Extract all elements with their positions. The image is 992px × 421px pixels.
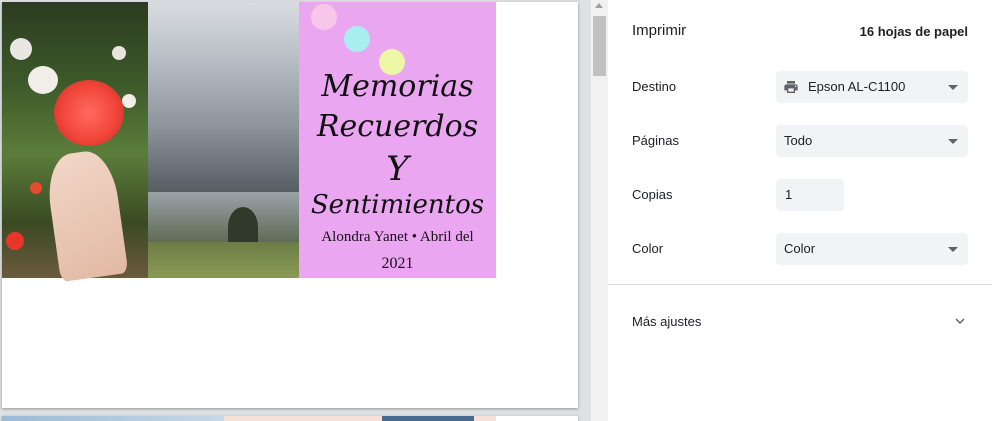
- more-settings-toggle[interactable]: Más ajustes: [632, 314, 701, 329]
- cover-line-2: Recuerdos: [316, 109, 479, 144]
- sky-photo: [148, 2, 299, 278]
- color-select[interactable]: Color: [776, 233, 968, 265]
- preview-page-2: [2, 416, 578, 421]
- print-settings-panel: Imprimir 16 hojas de papel Destino Epson…: [608, 0, 992, 421]
- destination-value: Epson AL-C1100: [808, 79, 906, 94]
- destination-label: Destino: [632, 79, 677, 94]
- color-value: Color: [784, 241, 816, 256]
- rose-photo: [2, 2, 148, 283]
- cover-line-3: Y: [386, 149, 409, 189]
- chevron-down-icon: [948, 139, 958, 144]
- printer-icon: [784, 81, 798, 93]
- chevron-down-icon: [948, 247, 958, 252]
- print-title: Imprimir: [632, 22, 687, 39]
- book-cover: Memorias Recuerdos Y Sentimientos Alondr…: [299, 2, 496, 278]
- preview-page-1: Memorias Recuerdos Y Sentimientos Alondr…: [2, 2, 578, 408]
- scrollbar-thumb[interactable]: [593, 16, 606, 76]
- sheet-count: 16 hojas de papel: [859, 24, 968, 39]
- pages-label: Páginas: [632, 133, 679, 148]
- divider: [608, 284, 992, 285]
- copies-value: 1: [785, 187, 793, 202]
- destination-select[interactable]: Epson AL-C1100: [776, 71, 968, 103]
- chevron-down-icon[interactable]: [952, 313, 968, 329]
- print-preview: Memorias Recuerdos Y Sentimientos Alondr…: [0, 0, 591, 421]
- copies-input[interactable]: 1: [776, 179, 844, 211]
- cover-author-line-1: Alondra Yanet • Abril del: [321, 229, 474, 245]
- cyan-dot: [344, 26, 370, 52]
- color-label: Color: [632, 241, 664, 256]
- pages-select[interactable]: Todo: [776, 125, 968, 157]
- chevron-down-icon: [948, 85, 958, 90]
- pink-dot: [311, 4, 337, 30]
- page2-image-left: [2, 416, 224, 421]
- cover-line-1: Memorias: [321, 69, 474, 104]
- cover-line-4: Sentimientos: [310, 190, 485, 220]
- preview-scrollbar[interactable]: [591, 0, 608, 421]
- copies-label: Copias: [632, 187, 673, 202]
- page2-image-strip: [382, 416, 474, 421]
- scroll-up-arrow-icon[interactable]: [595, 3, 603, 8]
- pages-value: Todo: [784, 133, 813, 148]
- cover-author-line-2: 2021: [381, 255, 414, 272]
